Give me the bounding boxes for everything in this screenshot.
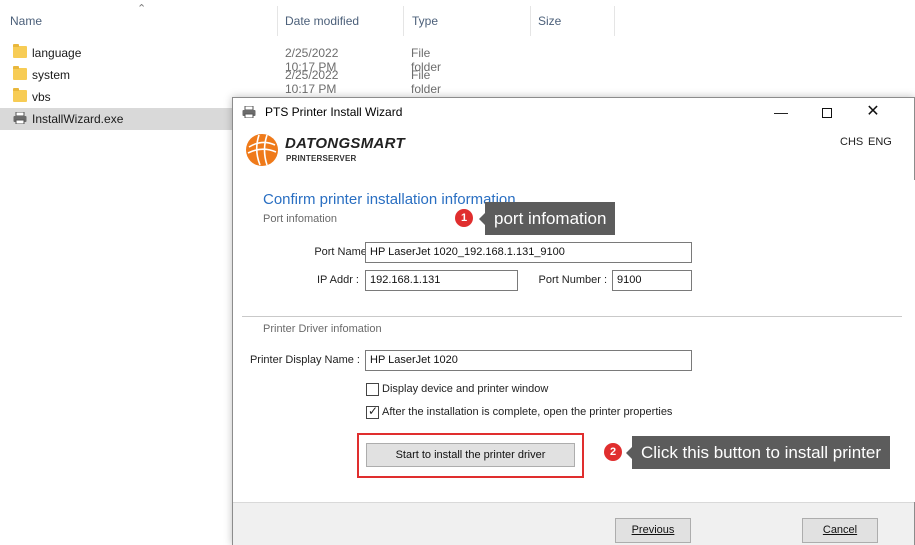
- display-device-checkbox-label: Display device and printer window: [382, 383, 549, 395]
- close-button[interactable]: ✕: [850, 98, 896, 126]
- ip-addr-label: IP Addr :: [317, 274, 359, 286]
- section-divider: [242, 316, 902, 317]
- file-date: 2/25/2022 10:17 PM: [285, 68, 339, 96]
- maximize-button[interactable]: [804, 98, 850, 126]
- folder-icon: [13, 88, 27, 102]
- column-separator: [530, 6, 531, 36]
- callout-install-printer: Click this button to install printer: [626, 436, 890, 469]
- sort-chevron-icon[interactable]: ⌃: [137, 2, 146, 15]
- open-properties-checkbox[interactable]: [366, 404, 379, 419]
- port-number-label: Port Number :: [538, 274, 607, 286]
- file-row-vbs[interactable]: vbs: [0, 86, 232, 108]
- column-header-name[interactable]: Name: [10, 14, 42, 28]
- callout-port-information: port infomation: [478, 202, 616, 235]
- start-install-button[interactable]: Start to install the printer driver: [366, 443, 575, 467]
- callout-badge-1: 1: [455, 209, 473, 227]
- language-chs-link[interactable]: CHS: [840, 136, 863, 148]
- cancel-button-label: Cancel: [822, 524, 858, 536]
- port-name-label: Port Name :: [314, 246, 373, 258]
- file-name: system: [32, 68, 71, 82]
- column-header-size[interactable]: Size: [538, 14, 561, 28]
- column-header-type[interactable]: Type: [412, 14, 438, 28]
- title-bar[interactable]: PTS Printer Install Wizard — ✕: [233, 98, 914, 126]
- file-name: language: [32, 46, 82, 60]
- printer-icon: [242, 106, 256, 118]
- previous-button-label: Previous: [631, 524, 675, 536]
- display-name-field[interactable]: HP LaserJet 1020: [365, 350, 692, 371]
- file-row-language[interactable]: language 2/25/2022 10:17 PM File folder: [0, 42, 441, 74]
- brand-subtitle: PRINTERSERVER: [286, 154, 357, 163]
- printer-icon: [13, 112, 27, 124]
- port-section-label: Port infomation: [263, 213, 337, 225]
- cancel-button[interactable]: Cancel: [802, 518, 878, 543]
- window-title: PTS Printer Install Wizard: [265, 105, 403, 119]
- column-separator: [403, 6, 404, 36]
- install-wizard-window: PTS Printer Install Wizard — ✕ DATONGSMA…: [232, 97, 915, 545]
- brand-name: DATONGSMART: [285, 135, 405, 152]
- ip-addr-field[interactable]: 192.168.1.131: [365, 270, 518, 291]
- file-name: InstallWizard.exe: [32, 112, 124, 126]
- language-eng-link[interactable]: ENG: [868, 136, 892, 148]
- port-number-field[interactable]: 9100: [612, 270, 692, 291]
- datongsmart-logo-icon: [246, 134, 278, 166]
- folder-icon: [13, 44, 27, 58]
- file-name: vbs: [32, 90, 51, 104]
- wizard-footer: Previous Cancel: [233, 502, 914, 545]
- file-row-system[interactable]: system 2/25/2022 10:17 PM File folder: [0, 64, 441, 96]
- callout-badge-2: 2: [604, 443, 622, 461]
- previous-button[interactable]: Previous: [615, 518, 691, 543]
- maximize-icon: [822, 108, 832, 119]
- file-type: File folder: [411, 68, 442, 96]
- column-separator: [614, 6, 615, 36]
- folder-icon: [13, 66, 27, 80]
- display-name-label: Printer Display Name :: [249, 354, 360, 366]
- minimize-button[interactable]: —: [758, 98, 804, 126]
- port-name-field[interactable]: HP LaserJet 1020_192.168.1.131_9100: [365, 242, 692, 263]
- open-properties-checkbox-label: After the installation is complete, open…: [382, 406, 673, 418]
- column-header-date-modified[interactable]: Date modified: [285, 14, 359, 28]
- page-heading: Confirm printer installation information: [263, 191, 516, 208]
- column-separator: [277, 6, 278, 36]
- file-row-installwizard[interactable]: InstallWizard.exe: [0, 108, 232, 130]
- display-device-checkbox[interactable]: [366, 383, 379, 396]
- driver-section-label: Printer Driver infomation: [263, 323, 382, 335]
